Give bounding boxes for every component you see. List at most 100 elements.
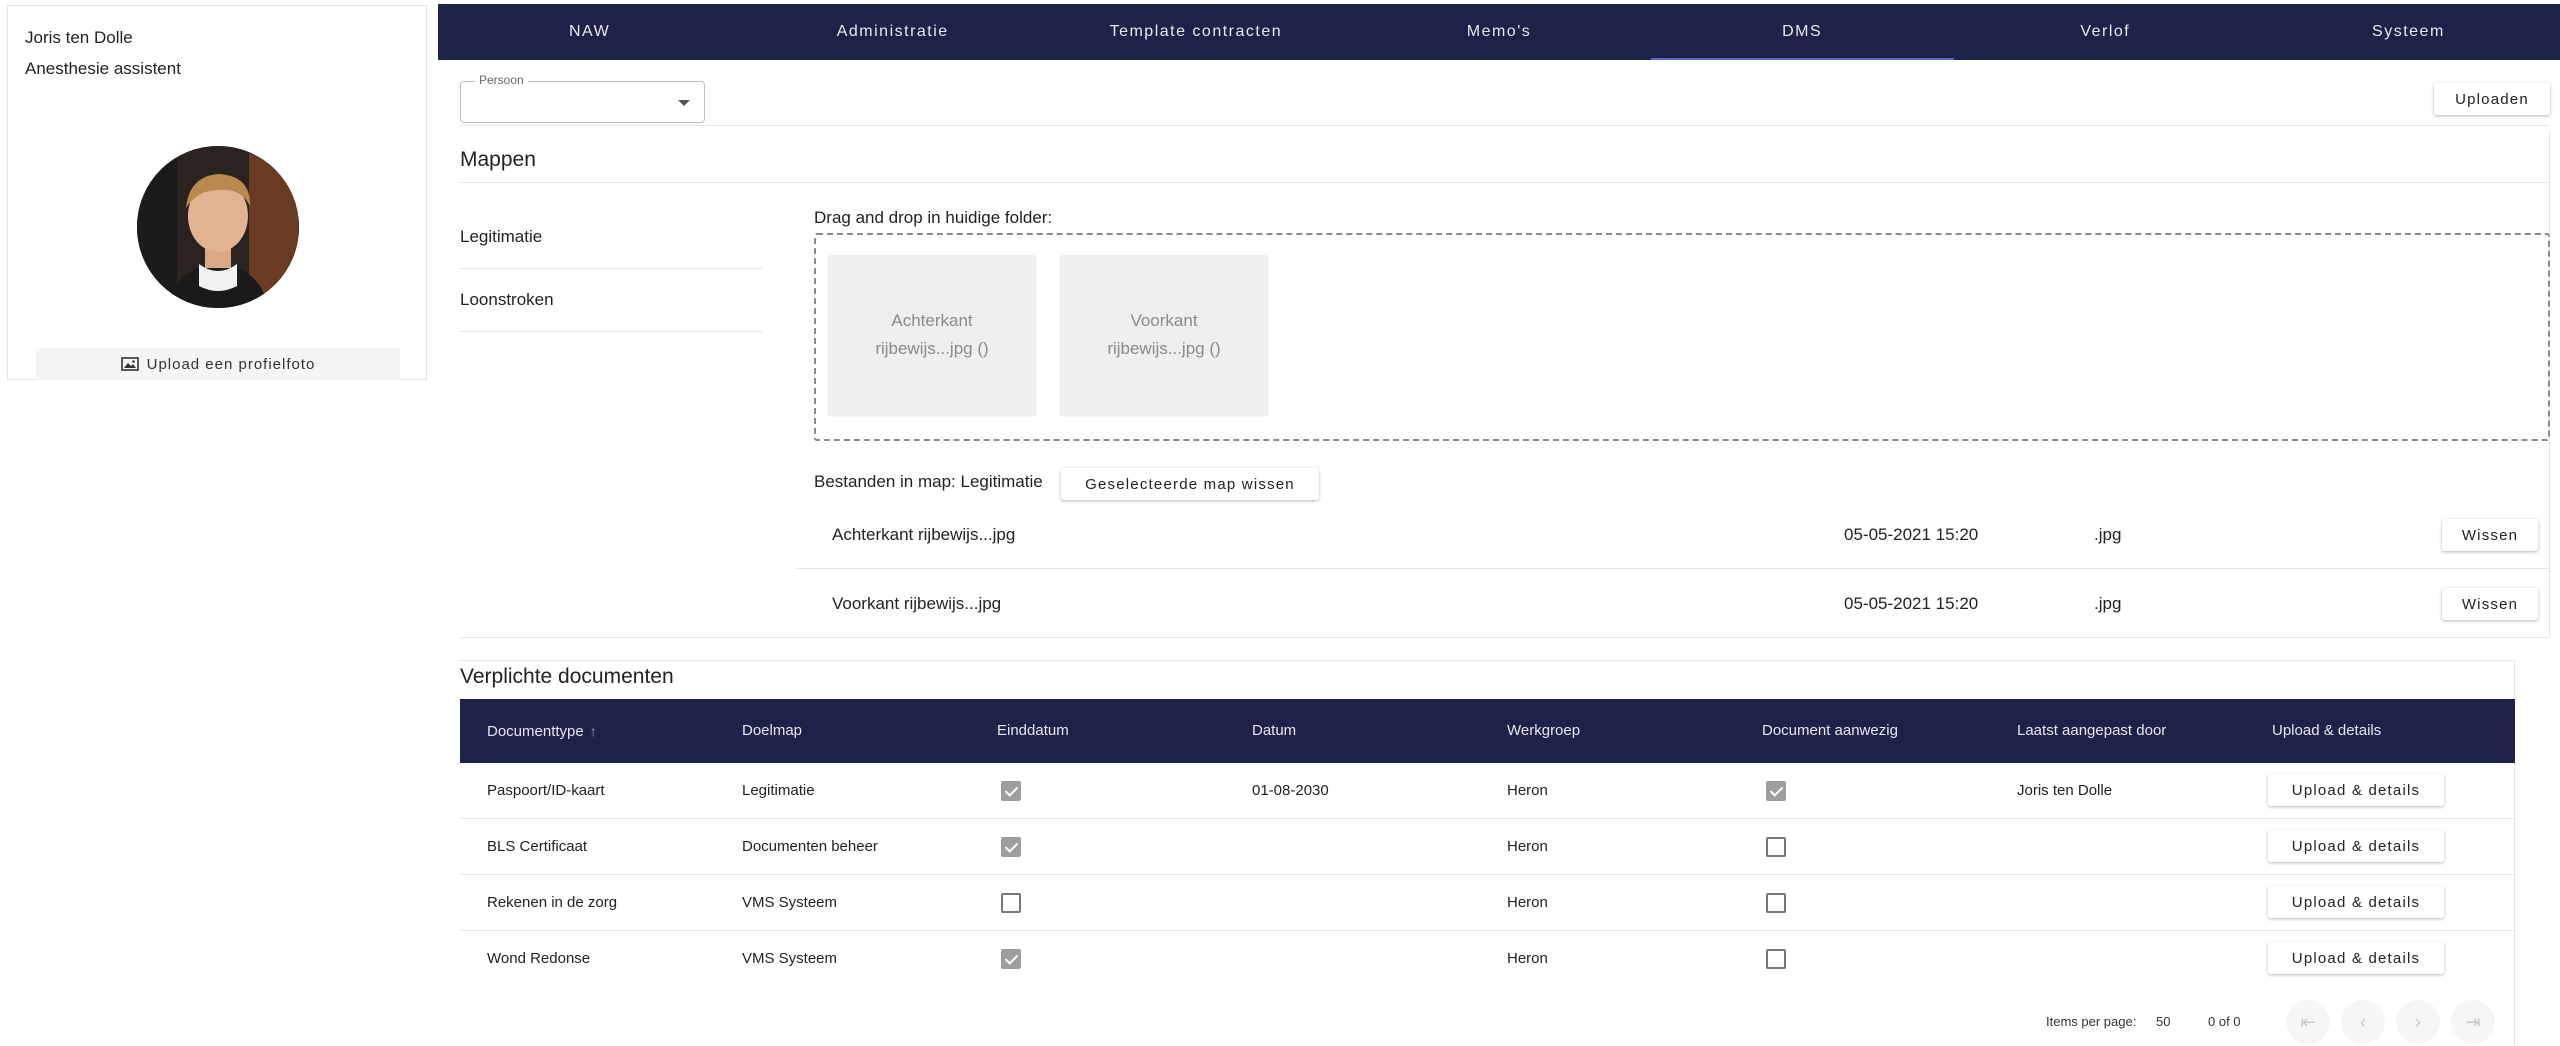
delete-file-button[interactable]: Wissen	[2442, 588, 2538, 620]
cell-werkgroep: Heron	[1507, 782, 1548, 799]
einddatum-checkbox[interactable]	[1001, 949, 1021, 969]
file-row: Achterkant rijbewijs...jpg 05-05-2021 15…	[797, 501, 2550, 569]
last-page-icon[interactable]: ⇥	[2451, 1000, 2495, 1044]
column-header-upload-details: Upload & details	[2272, 722, 2382, 739]
person-row: Persoon Uploaden	[460, 73, 2550, 126]
profile-name: Joris ten Dolle	[25, 28, 133, 47]
file-tile[interactable]: Achterkant rijbewijs...jpg ()	[828, 255, 1036, 415]
table-header: Documenttype ↑ Doelmap Einddatum Datum We…	[460, 699, 2515, 763]
page-range: 0 of 0	[2208, 1014, 2241, 1029]
tab-label: Template contracten	[1109, 23, 1283, 40]
file-name: Voorkant rijbewijs...jpg	[832, 594, 1002, 613]
column-header-doelmap[interactable]: Doelmap	[742, 699, 802, 763]
folders-card: Mappen Legitimatie Loonstroken Drag and …	[460, 130, 2550, 638]
tab-label: NAW	[568, 23, 611, 40]
cell-documenttype: Paspoort/ID-kaart	[487, 782, 605, 799]
document-aanwezig-checkbox[interactable]	[1766, 949, 1786, 969]
items-per-page-select[interactable]: 50	[2156, 997, 2170, 1046]
first-page-icon[interactable]: ⇤	[2286, 1000, 2330, 1044]
upload-details-button[interactable]: Upload & details	[2268, 774, 2444, 806]
column-header-document-aanwezig[interactable]: Document aanwezig	[1762, 699, 1898, 763]
file-tile-line2: rijbewijs...jpg ()	[875, 339, 989, 358]
dropzone[interactable]: Achterkant rijbewijs...jpg () Voorkant r…	[814, 233, 2550, 441]
paginator: Items per page: 50 0 of 0 ⇤ ‹ › ⇥	[460, 997, 2515, 1046]
upload-profile-photo-button[interactable]: Upload een profielfoto	[36, 348, 400, 380]
dms-page: Joris ten Dolle Anesthesie assistent Upl…	[0, 0, 2560, 1046]
tab-administratie[interactable]: Administratie	[741, 4, 1044, 60]
cell-documenttype: Rekenen in de zorg	[487, 894, 618, 911]
cell-laatst-aangepast: Joris ten Dolle	[2017, 782, 2113, 799]
image-icon	[120, 357, 139, 371]
folder-item-loonstroken[interactable]: Loonstroken	[460, 269, 762, 332]
file-tile-line1: Achterkant	[891, 311, 973, 330]
file-extension: .jpg	[2094, 594, 2122, 613]
document-aanwezig-checkbox[interactable]	[1766, 837, 1786, 857]
upload-profile-photo-label: Upload een profielfoto	[146, 355, 316, 373]
einddatum-checkbox[interactable]	[1001, 781, 1021, 801]
column-header-datum[interactable]: Datum	[1252, 699, 1296, 763]
column-header-werkgroep[interactable]: Werkgroep	[1507, 699, 1580, 763]
upload-details-button[interactable]: Upload & details	[2268, 886, 2444, 918]
file-tile-line1: Voorkant	[1130, 311, 1198, 330]
column-header-documenttype[interactable]: Documenttype ↑	[487, 699, 597, 764]
folders-title: Mappen	[460, 148, 536, 171]
upload-details-button[interactable]: Upload & details	[2268, 830, 2444, 862]
delete-file-button[interactable]: Wissen	[2442, 519, 2538, 551]
divider	[460, 182, 2550, 183]
cell-doelmap: Documenten beheer	[742, 838, 878, 855]
tab-systeem[interactable]: Systeem	[2257, 4, 2560, 60]
cell-doelmap: Legitimatie	[742, 782, 815, 799]
tab-template-contracten[interactable]: Template contracten	[1044, 4, 1347, 60]
required-documents-title: Verplichte documenten	[460, 665, 674, 688]
chevron-down-icon	[678, 100, 690, 106]
clear-folder-button[interactable]: Geselecteerde map wissen	[1061, 468, 1319, 500]
einddatum-checkbox[interactable]	[1001, 893, 1021, 913]
files-in-folder-label: Bestanden in map: Legitimatie	[814, 472, 1043, 491]
person-select-label: Persoon	[475, 73, 528, 87]
folder-list: Legitimatie Loonstroken	[460, 206, 762, 332]
cell-documenttype: BLS Certificaat	[487, 838, 588, 855]
cell-werkgroep: Heron	[1507, 838, 1548, 855]
column-header-laatst-aangepast[interactable]: Laatst aangepast door	[2017, 699, 2166, 763]
tab-memos[interactable]: Memo's	[1347, 4, 1650, 60]
upload-details-button[interactable]: Upload & details	[2268, 942, 2444, 974]
document-aanwezig-checkbox[interactable]	[1766, 893, 1786, 913]
file-row: Voorkant rijbewijs...jpg 05-05-2021 15:2…	[797, 570, 2550, 638]
einddatum-checkbox[interactable]	[1001, 837, 1021, 857]
document-aanwezig-checkbox[interactable]	[1766, 781, 1786, 801]
top-nav: NAW Administratie Template contracten Me…	[438, 4, 2560, 60]
column-header-label: Documenttype	[487, 723, 584, 740]
cell-doelmap: VMS Systeem	[742, 950, 838, 967]
avatar	[137, 146, 299, 308]
table-row: Wond Redonse VMS Systeem Heron Upload & …	[460, 931, 2515, 987]
person-select[interactable]: Persoon	[460, 73, 705, 123]
required-documents-card: Verplichte documenten Documenttype ↑ Doel…	[460, 660, 2515, 1046]
items-per-page-label: Items per page:	[2046, 1014, 2137, 1029]
tab-dms[interactable]: DMS	[1650, 4, 1954, 60]
table-row: Paspoort/ID-kaart Legitimatie 01-08-2030…	[460, 763, 2515, 819]
next-page-icon[interactable]: ›	[2396, 1000, 2440, 1044]
dropzone-label: Drag and drop in huidige folder:	[814, 208, 1053, 227]
table-row: BLS Certificaat Documenten beheer Heron …	[460, 819, 2515, 875]
cell-documenttype: Wond Redonse	[487, 950, 591, 967]
file-name: Achterkant rijbewijs...jpg	[832, 525, 1016, 544]
cell-datum: 01-08-2030	[1252, 782, 1329, 799]
tab-label: Systeem	[2372, 23, 2445, 40]
file-date: 05-05-2021 15:20	[1844, 525, 1979, 544]
cell-werkgroep: Heron	[1507, 894, 1548, 911]
cell-werkgroep: Heron	[1507, 950, 1548, 967]
previous-page-icon[interactable]: ‹	[2341, 1000, 2385, 1044]
column-header-einddatum[interactable]: Einddatum	[997, 699, 1069, 763]
upload-button[interactable]: Uploaden	[2434, 83, 2550, 115]
file-tile[interactable]: Voorkant rijbewijs...jpg ()	[1060, 255, 1268, 415]
folder-item-legitimatie[interactable]: Legitimatie	[460, 206, 762, 269]
file-extension: .jpg	[2094, 525, 2122, 544]
tab-label: Memo's	[1466, 23, 1532, 40]
tab-verlof[interactable]: Verlof	[1954, 4, 2257, 60]
tab-label: Verlof	[2080, 23, 2131, 40]
file-tile-line2: rijbewijs...jpg ()	[1107, 339, 1221, 358]
sort-arrow-icon: ↑	[589, 723, 597, 739]
tab-naw[interactable]: NAW	[438, 4, 741, 60]
cell-doelmap: VMS Systeem	[742, 894, 838, 911]
table-row: Rekenen in de zorg VMS Systeem Heron Upl…	[460, 875, 2515, 931]
